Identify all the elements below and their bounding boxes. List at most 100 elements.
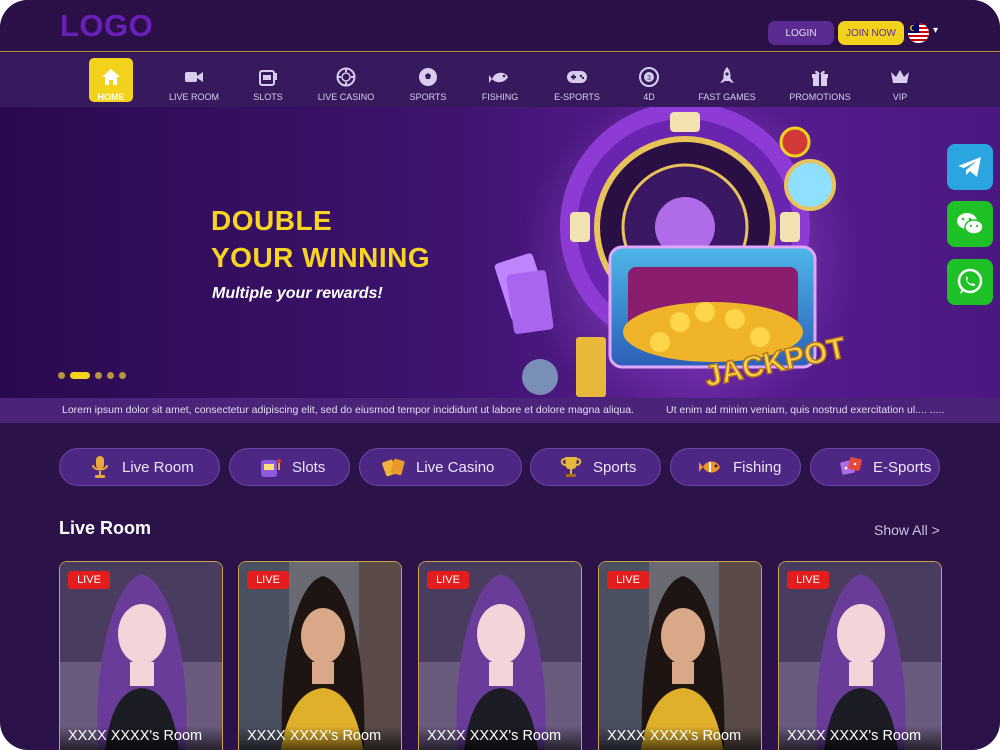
slot-machine-icon — [258, 455, 282, 479]
marquee-text-2: Ut enim ad minim veniam, quis nostrud ex… — [666, 404, 945, 416]
nav-label: SPORTS — [409, 92, 447, 102]
svg-text:3: 3 — [647, 75, 651, 82]
carousel-dot[interactable] — [119, 372, 126, 379]
nav-label: FAST GAMES — [698, 92, 756, 102]
nav-label: 4D — [643, 92, 655, 102]
carousel-dot-active[interactable] — [70, 372, 90, 379]
slot-machine-icon — [257, 67, 279, 87]
live-badge: LIVE — [787, 571, 829, 589]
category-label: Sports — [593, 458, 637, 476]
promo-banner[interactable]: JACKPOT DOUBLE YOUR WINNING Multiple you… — [0, 107, 1000, 398]
nav-label: VIP — [892, 92, 908, 102]
soccer-ball-icon — [417, 67, 439, 87]
nav-item-e-sports[interactable]: E-SPORTS — [540, 58, 614, 102]
nav-label: PROMOTIONS — [789, 92, 851, 102]
category-sports[interactable]: Sports — [530, 448, 661, 486]
room-card[interactable]: LIVE XXXX XXXX's Room — [778, 561, 942, 750]
room-card[interactable]: LIVE XXXX XXXX's Room — [59, 561, 223, 750]
lottery-ball-icon: 3 — [638, 67, 660, 87]
section-title-live-room: Live Room — [59, 518, 152, 538]
nav-item-fishing[interactable]: FISHING — [463, 58, 537, 102]
crown-icon — [889, 67, 911, 87]
top-bar: LOGO LOGIN JOIN NOW ▾ — [0, 0, 1000, 52]
nav-item-live-casino[interactable]: LIVE CASINO — [309, 58, 383, 102]
trophy-icon — [559, 455, 583, 479]
nav-item-fast-games[interactable]: FAST GAMES — [690, 58, 764, 102]
carousel-dot[interactable] — [95, 372, 102, 379]
room-card[interactable]: LIVE XXXX XXXX's Room — [238, 561, 402, 750]
fish-icon — [489, 67, 511, 87]
category-label: Fishing — [733, 458, 782, 476]
jackpot-casino-illustration: JACKPOT — [494, 107, 860, 398]
wechat-button[interactable] — [947, 201, 993, 247]
category-slots[interactable]: Slots — [229, 448, 350, 486]
category-label: Slots — [292, 458, 326, 476]
show-all-link[interactable]: Show All > — [874, 522, 940, 538]
room-name: XXXX XXXX's Room — [599, 726, 761, 750]
banner-subtitle: Multiple your rewards! — [212, 285, 383, 302]
login-button[interactable]: LOGIN — [768, 21, 834, 45]
room-name: XXXX XXXX's Room — [60, 726, 222, 750]
banner-title-line1: DOUBLE — [211, 205, 333, 236]
announcement-marquee: Lorem ipsum dolor sit amet, consectetur … — [0, 398, 1000, 423]
nav-item-home[interactable]: HOME — [89, 58, 133, 102]
video-camera-icon — [183, 67, 205, 87]
category-live-casino[interactable]: Live Casino — [359, 448, 522, 486]
main-nav: HOME LIVE ROOM SLOTS LIVE CASINO SPORTS — [0, 53, 1000, 107]
casino-chip-icon — [335, 67, 357, 87]
nav-label: LIVE CASINO — [317, 92, 375, 102]
nav-item-promotions[interactable]: PROMOTIONS — [783, 58, 857, 102]
nav-item-slots[interactable]: SLOTS — [231, 58, 305, 102]
nav-label: LIVE ROOM — [168, 92, 219, 102]
room-name: XXXX XXXX's Room — [419, 726, 581, 750]
logo[interactable]: LOGO — [60, 8, 153, 44]
room-name: XXXX XXXX's Room — [239, 726, 401, 750]
cards-icon — [382, 455, 406, 479]
category-e-sports[interactable]: E-Sports — [810, 448, 940, 486]
live-badge: LIVE — [427, 571, 469, 589]
category-label: Live Room — [122, 458, 194, 476]
dice-icon — [839, 455, 863, 479]
carousel-dot[interactable] — [58, 372, 65, 379]
carousel-dot[interactable] — [107, 372, 114, 379]
nav-item-sports[interactable]: SPORTS — [391, 58, 465, 102]
nav-item-live-room[interactable]: LIVE ROOM — [157, 58, 231, 102]
chevron-down-icon: ▾ — [933, 25, 939, 36]
nav-label: E-SPORTS — [554, 92, 600, 102]
gamepad-icon — [566, 67, 588, 87]
live-badge: LIVE — [68, 571, 110, 589]
join-now-button[interactable]: JOIN NOW — [838, 21, 904, 45]
malaysia-flag-icon — [908, 23, 929, 43]
banner-title: DOUBLE YOUR WINNING — [211, 202, 430, 276]
nav-label: HOME — [97, 92, 125, 102]
whatsapp-button[interactable] — [947, 259, 993, 305]
nav-item-vip[interactable]: VIP — [863, 58, 937, 102]
room-card[interactable]: LIVE XXXX XXXX's Room — [418, 561, 582, 750]
category-live-room[interactable]: Live Room — [59, 448, 220, 486]
carousel-dots — [58, 372, 131, 379]
host-photo — [239, 562, 401, 750]
category-label: E-Sports — [873, 458, 932, 476]
nav-label: SLOTS — [253, 92, 283, 102]
gift-icon — [809, 67, 831, 87]
microphone-icon — [88, 455, 112, 479]
host-photo — [599, 562, 761, 750]
fish-icon — [699, 455, 723, 479]
nav-item-4d[interactable]: 3 4D — [612, 58, 686, 102]
rocket-icon — [716, 67, 738, 87]
telegram-icon — [958, 157, 981, 177]
language-selector[interactable]: ▾ — [908, 23, 944, 43]
marquee-text-1: Lorem ipsum dolor sit amet, consectetur … — [62, 404, 634, 416]
banner-title-line2: YOUR WINNING — [211, 242, 431, 273]
room-name: XXXX XXXX's Room — [779, 726, 941, 750]
nav-label: FISHING — [481, 92, 519, 102]
telegram-button[interactable] — [947, 144, 993, 190]
room-card[interactable]: LIVE XXXX XXXX's Room — [598, 561, 762, 750]
whatsapp-icon — [957, 268, 983, 294]
category-fishing[interactable]: Fishing — [670, 448, 801, 486]
host-photo — [419, 562, 581, 750]
wechat-icon — [957, 213, 984, 235]
live-badge: LIVE — [607, 571, 649, 589]
host-photo — [779, 562, 941, 750]
host-photo — [60, 562, 222, 750]
